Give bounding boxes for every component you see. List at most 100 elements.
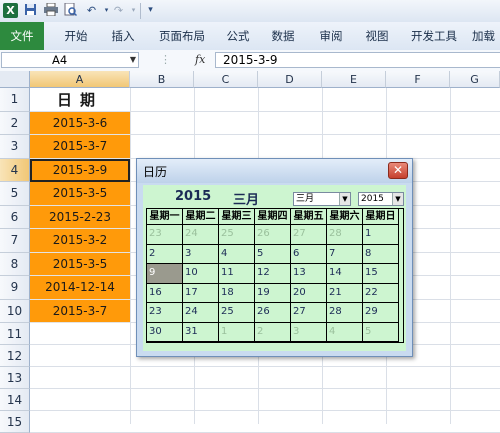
day-cell[interactable]: 7 [327, 244, 363, 264]
column-header-c[interactable]: C [194, 71, 258, 88]
tab-view[interactable]: 视图 [360, 22, 394, 50]
date-cell[interactable]: 2015-3-6 [30, 111, 130, 135]
day-cell[interactable]: 17 [183, 283, 219, 303]
date-cell[interactable]: 2015-3-7 [30, 135, 130, 159]
date-cell[interactable]: 2015-3-7 [30, 299, 130, 323]
day-cell[interactable]: 10 [183, 264, 219, 284]
date-cell[interactable]: 2015-2-23 [30, 205, 130, 229]
column-header-a[interactable]: A [30, 71, 130, 88]
month-select[interactable]: 三月 ▼ [293, 192, 351, 206]
day-cell[interactable]: 23 [147, 303, 183, 323]
day-cell[interactable]: 8 [363, 244, 399, 264]
column-header-e[interactable]: E [322, 71, 386, 88]
insert-function-button[interactable]: fx [195, 52, 205, 68]
name-box[interactable]: A4 ▼ [1, 52, 139, 68]
calendar-title-bar[interactable]: 日历 ✕ [137, 159, 412, 183]
row-header[interactable]: 15 [0, 411, 30, 433]
day-cell[interactable]: 28 [327, 303, 363, 323]
tab-file[interactable]: 文件 [0, 22, 44, 50]
row-header[interactable]: 1 [0, 88, 30, 112]
undo-icon[interactable]: ↶ [84, 3, 99, 18]
date-cell[interactable]: 2014-12-14 [30, 276, 130, 300]
tab-addins[interactable]: 加载 [472, 22, 500, 50]
day-cell[interactable]: 27 [291, 225, 327, 245]
row-header[interactable]: 14 [0, 389, 30, 411]
tab-data[interactable]: 数据 [266, 22, 300, 50]
row-header[interactable]: 4 [0, 158, 30, 182]
excel-icon[interactable]: X [3, 3, 18, 18]
row-header[interactable]: 12 [0, 345, 30, 367]
row-header[interactable]: 7 [0, 229, 30, 253]
day-cell[interactable]: 4 [219, 244, 255, 264]
day-cell[interactable]: 5 [255, 244, 291, 264]
day-cell[interactable]: 24 [183, 303, 219, 323]
row-header[interactable]: 13 [0, 367, 30, 389]
day-cell[interactable]: 3 [291, 322, 327, 342]
day-cell[interactable]: 28 [327, 225, 363, 245]
day-cell[interactable]: 25 [219, 303, 255, 323]
day-cell[interactable]: 2 [255, 322, 291, 342]
column-header-d[interactable]: D [258, 71, 322, 88]
day-cell[interactable]: 2 [147, 244, 183, 264]
day-cell[interactable]: 6 [291, 244, 327, 264]
redo-dropdown-icon[interactable]: ▾ [126, 3, 141, 18]
day-cell[interactable]: 22 [363, 283, 399, 303]
row-header[interactable]: 5 [0, 182, 30, 206]
close-button[interactable]: ✕ [388, 162, 408, 179]
row-header[interactable]: 10 [0, 299, 30, 323]
dots-handle-icon[interactable]: ⋮ [160, 52, 171, 68]
selected-day-cell[interactable]: 9 [147, 264, 183, 284]
row-header[interactable]: 11 [0, 323, 30, 345]
chevron-down-icon[interactable]: ▼ [339, 193, 350, 205]
row-header[interactable]: 8 [0, 252, 30, 276]
day-cell[interactable]: 31 [183, 322, 219, 342]
save-icon[interactable] [23, 3, 38, 18]
day-cell[interactable]: 13 [291, 264, 327, 284]
day-cell[interactable]: 1 [219, 322, 255, 342]
day-cell[interactable]: 15 [363, 264, 399, 284]
column-header-b[interactable]: B [130, 71, 194, 88]
row-header[interactable]: 9 [0, 276, 30, 300]
date-cell[interactable]: 2015-3-5 [30, 252, 130, 276]
day-cell[interactable]: 21 [327, 283, 363, 303]
day-cell[interactable]: 19 [255, 283, 291, 303]
tab-formulas[interactable]: 公式 [222, 22, 254, 50]
day-cell[interactable]: 4 [327, 322, 363, 342]
row-header[interactable]: 6 [0, 205, 30, 229]
active-cell[interactable]: 2015-3-9 [30, 158, 130, 182]
date-cell[interactable]: 2015-3-2 [30, 229, 130, 253]
day-cell[interactable]: 12 [255, 264, 291, 284]
day-cell[interactable]: 5 [363, 322, 399, 342]
year-select[interactable]: 2015 ▼ [358, 192, 404, 206]
day-cell[interactable]: 3 [183, 244, 219, 264]
column-header-g[interactable]: G [450, 71, 500, 88]
day-cell[interactable]: 24 [183, 225, 219, 245]
day-cell[interactable]: 26 [255, 303, 291, 323]
day-cell[interactable]: 23 [147, 225, 183, 245]
day-cell[interactable]: 27 [291, 303, 327, 323]
tab-review[interactable]: 审阅 [314, 22, 348, 50]
chevron-down-icon[interactable]: ▼ [130, 53, 136, 67]
tab-developer[interactable]: 开发工具 [406, 22, 462, 50]
print-preview-icon[interactable] [63, 2, 78, 18]
day-cell[interactable]: 26 [255, 225, 291, 245]
chevron-down-icon[interactable]: ▼ [392, 193, 403, 205]
date-cell[interactable]: 2015-3-5 [30, 182, 130, 206]
day-cell[interactable]: 16 [147, 283, 183, 303]
day-cell[interactable]: 20 [291, 283, 327, 303]
column-header-f[interactable]: F [386, 71, 450, 88]
redo-icon[interactable]: ↷ [111, 3, 126, 18]
tab-page-layout[interactable]: 页面布局 [152, 22, 212, 50]
tab-home[interactable]: 开始 [56, 22, 96, 50]
day-cell[interactable]: 1 [363, 225, 399, 245]
select-all-corner[interactable] [0, 71, 30, 88]
cell-a1-header[interactable]: 日期 [30, 88, 130, 112]
print-icon[interactable] [43, 2, 58, 18]
row-header[interactable]: 2 [0, 111, 30, 135]
day-cell[interactable]: 18 [219, 283, 255, 303]
row-header[interactable]: 3 [0, 135, 30, 159]
day-cell[interactable]: 25 [219, 225, 255, 245]
customize-icon[interactable]: ▾ [143, 3, 158, 18]
day-cell[interactable]: 30 [147, 322, 183, 342]
day-cell[interactable]: 29 [363, 303, 399, 323]
